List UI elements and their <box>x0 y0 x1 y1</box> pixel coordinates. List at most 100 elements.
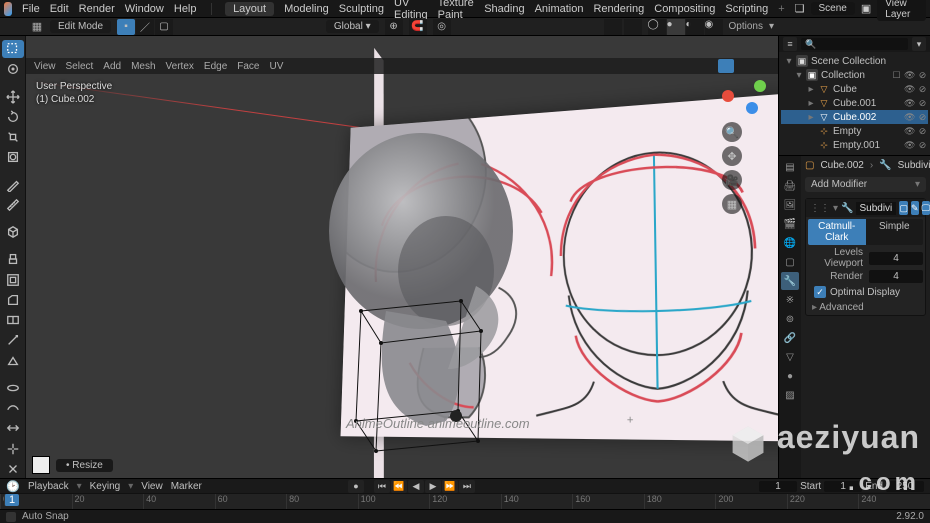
tool-shrink[interactable] <box>2 439 24 457</box>
tree-item-cube[interactable]: ▸▽ Cube 👁⊘ <box>781 82 928 96</box>
orientation-dropdown[interactable]: Global ▾ <box>326 20 379 33</box>
workspace-script[interactable]: Scripting <box>725 3 768 15</box>
last-color-swatch[interactable] <box>32 456 50 474</box>
shading-wire-icon[interactable]: ◯ <box>648 19 666 35</box>
keyframe-next-icon[interactable]: ⏩ <box>442 480 458 493</box>
end-frame[interactable]: 250 <box>886 481 924 492</box>
outliner-filter-icon[interactable]: ▾ <box>912 37 926 51</box>
advanced-section[interactable]: Advanced <box>806 300 925 315</box>
start-frame[interactable]: 1 <box>824 481 862 492</box>
tree-collection[interactable]: ▾▣ Collection ☐👁⊘ <box>781 68 928 82</box>
play-reverse-icon[interactable]: ◀ <box>408 480 424 493</box>
workspace-shading[interactable]: Shading <box>484 3 524 15</box>
xray-btn[interactable] <box>754 59 770 73</box>
shading-solid-icon[interactable]: ● <box>667 19 685 35</box>
timeline-cursor[interactable]: 1 <box>4 494 19 506</box>
workspace-modeling[interactable]: Modeling <box>284 3 329 15</box>
workspace-uv[interactable]: UV Editing <box>394 0 428 21</box>
ptab-material-icon[interactable]: ● <box>781 367 799 385</box>
tool-rip[interactable] <box>2 460 24 478</box>
tool-rotate[interactable] <box>2 108 24 126</box>
ptab-texture-icon[interactable]: ▨ <box>781 386 799 404</box>
editor-type-icon[interactable]: ▦ <box>30 20 44 34</box>
keyframe-prev-icon[interactable]: ⏪ <box>391 480 407 493</box>
menu-render[interactable]: Render <box>79 3 115 15</box>
shading-matprev-icon[interactable]: ◐ <box>686 19 704 35</box>
levels-viewport-value[interactable]: 4 <box>869 252 923 265</box>
current-frame[interactable]: 1 <box>759 481 797 492</box>
ptab-output-icon[interactable]: 🖨 <box>781 177 799 195</box>
autokey-icon[interactable]: ● <box>348 480 364 493</box>
vp-menu-view[interactable]: View <box>34 61 56 72</box>
tool-spin[interactable] <box>2 379 24 397</box>
ptab-render-icon[interactable]: ▤ <box>781 158 799 176</box>
overlay-toggle[interactable] <box>604 19 622 35</box>
menu-edit[interactable]: Edit <box>50 3 69 15</box>
tree-item-empty[interactable]: ⊹ Empty 👁⊘ <box>781 124 928 138</box>
ptab-modifier-icon[interactable]: 🔧 <box>781 272 799 290</box>
restrict-select-icon[interactable]: ☐ <box>891 70 902 81</box>
timeline-type-icon[interactable]: 🕑 <box>6 479 20 493</box>
scene-name[interactable]: Scene <box>811 2 855 15</box>
menu-file[interactable]: File <box>22 3 40 15</box>
play-icon[interactable]: ▶ <box>425 480 441 493</box>
vp-menu-edge[interactable]: Edge <box>204 61 227 72</box>
tool-cursor[interactable] <box>2 60 24 78</box>
ptab-view-icon[interactable]: 🖼 <box>781 196 799 214</box>
tree-scene-collection[interactable]: ▾▣ Scene Collection <box>781 54 928 68</box>
tl-menu-keying[interactable]: Keying <box>90 481 121 492</box>
shading-rendered-icon[interactable]: ◉ <box>705 19 723 35</box>
tool-polybuild[interactable] <box>2 351 24 369</box>
tool-annotate[interactable] <box>2 175 24 193</box>
workspace-anim[interactable]: Animation <box>535 3 584 15</box>
vp-menu-uv[interactable]: UV <box>270 61 284 72</box>
mod-realtime-icon[interactable]: 🖵 <box>922 201 930 215</box>
ptab-world-icon[interactable]: 🌐 <box>781 234 799 252</box>
jump-end-icon[interactable]: ⏭ <box>459 480 475 493</box>
tl-menu-view[interactable]: View <box>141 481 163 492</box>
tree-item-cube001[interactable]: ▸▽ Cube.001 👁⊘ <box>781 96 928 110</box>
ptab-physics-icon[interactable]: ⊚ <box>781 310 799 328</box>
gizmo-toggle[interactable] <box>718 59 734 73</box>
options-dropdown[interactable]: Options <box>729 21 763 32</box>
select-mode-vertex[interactable]: ▪ <box>117 19 135 35</box>
nav-gizmo[interactable]: 🔍 ✥ 🎥 ▦ <box>722 74 772 174</box>
ptab-particles-icon[interactable]: ※ <box>781 291 799 309</box>
subdiv-algorithm[interactable]: Catmull-Clark Simple <box>808 219 923 245</box>
tool-loopcut[interactable] <box>2 311 24 329</box>
overlays-btn[interactable] <box>736 59 752 73</box>
mode-dropdown[interactable]: Edit Mode <box>50 20 111 33</box>
outliner-search[interactable]: 🔍 <box>801 38 908 50</box>
tree-item-cube002[interactable]: ▸▽ Cube.002 👁⊘ <box>781 110 928 124</box>
tool-select-box[interactable] <box>2 40 24 58</box>
select-mode-edge[interactable]: ／ <box>136 19 154 35</box>
tool-extrude[interactable] <box>2 250 24 268</box>
pivot-icon[interactable]: ⊕ <box>385 19 403 35</box>
operator-hint[interactable]: Resize <box>56 459 113 472</box>
tool-move[interactable] <box>2 87 24 105</box>
vp-menu-face[interactable]: Face <box>237 61 259 72</box>
ptab-scene-icon[interactable]: 🎬 <box>781 215 799 233</box>
axis-z-icon[interactable] <box>746 102 758 114</box>
pan-icon[interactable]: ✥ <box>722 146 742 166</box>
tl-menu-marker[interactable]: Marker <box>171 481 202 492</box>
view-layer-name[interactable]: View Layer <box>877 0 926 21</box>
workspace-sculpting[interactable]: Sculpting <box>339 3 384 15</box>
add-modifier-dropdown[interactable]: Add Modifier▾ <box>805 177 926 192</box>
vp-menu-add[interactable]: Add <box>103 61 121 72</box>
tool-transform[interactable] <box>2 148 24 166</box>
tl-menu-playback[interactable]: Playback <box>28 481 69 492</box>
optimal-display-check[interactable]: ✓ Optimal Display <box>814 286 923 298</box>
tool-measure[interactable] <box>2 196 24 214</box>
outliner-type-icon[interactable]: ≡ <box>783 37 797 51</box>
menu-window[interactable]: Window <box>125 3 164 15</box>
menu-help[interactable]: Help <box>174 3 197 15</box>
vp-menu-select[interactable]: Select <box>66 61 94 72</box>
mod-on-cage-icon[interactable]: ▢ <box>899 201 908 215</box>
tool-inset[interactable] <box>2 270 24 288</box>
tool-knife[interactable] <box>2 331 24 349</box>
hide-icon[interactable]: 👁 <box>904 70 915 81</box>
disable-icon[interactable]: ⊘ <box>917 70 928 81</box>
axis-x-icon[interactable] <box>722 90 734 102</box>
timeline-ruler[interactable]: 020406080100120140160180200220240 1 <box>0 493 930 509</box>
